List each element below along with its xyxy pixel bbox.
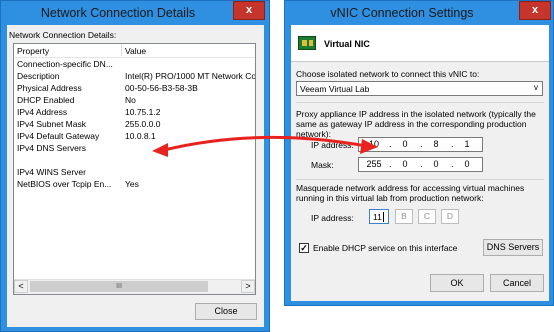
cancel-button[interactable]: Cancel: [490, 274, 544, 292]
ip-octet: 1: [464, 139, 470, 149]
row-value: Intel(R) PRO/1000 MT Network Connecti: [125, 71, 256, 81]
section-divider: [296, 179, 544, 180]
row-property: Description: [17, 71, 60, 81]
row-value: Yes: [125, 179, 139, 189]
arrow-line: [163, 135, 367, 152]
chip-icon: [302, 40, 307, 46]
table-row[interactable]: IPv4 Subnet Mask 255.0.0.0: [14, 119, 255, 130]
masquerade-octet-c[interactable]: C: [418, 209, 436, 224]
isolated-network-select[interactable]: Veeam Virtual Lab v: [296, 81, 543, 96]
table-row[interactable]: IPv4 WINS Server: [14, 167, 255, 178]
details-list-header: Property Value: [14, 44, 255, 58]
column-header-property[interactable]: Property: [17, 46, 49, 56]
masquerade-octet-b[interactable]: B: [395, 209, 413, 224]
scroll-right-icon[interactable]: >: [241, 280, 255, 293]
left-window-title: Network Connection Details: [40, 6, 196, 20]
row-property: DHCP Enabled: [17, 95, 75, 105]
ip-dot: .: [389, 159, 392, 169]
row-property: IPv4 Subnet Mask: [17, 119, 86, 129]
left-window-client: Network Connection Details: Property Val…: [7, 25, 264, 327]
comparison-arrow: [152, 135, 378, 157]
table-row[interactable]: NetBIOS over Tcpip En... Yes: [14, 179, 255, 190]
right-window-title: vNIC Connection Settings: [330, 6, 474, 20]
chevron-down-icon[interactable]: v: [534, 83, 538, 92]
ok-button[interactable]: OK: [430, 274, 484, 292]
row-property: Physical Address: [17, 83, 82, 93]
arrow-head-right: [360, 139, 378, 154]
dns-servers-button[interactable]: DNS Servers: [483, 239, 543, 256]
mask-octet: 0: [464, 159, 470, 169]
horizontal-scrollbar[interactable]: < III >: [14, 279, 255, 294]
table-row[interactable]: DHCP Enabled No: [14, 95, 255, 106]
masquerade-first-octet-field[interactable]: 11: [369, 209, 389, 224]
row-property: IPv4 Address: [17, 107, 68, 117]
mask-octet: 0: [433, 159, 439, 169]
arrow-head-left: [152, 143, 168, 157]
network-connection-details-window: Network Connection Details x Network Con…: [0, 0, 270, 332]
section-divider: [296, 102, 544, 103]
isolated-network-label: Choose isolated network to connect this …: [296, 69, 480, 79]
ip-octet: 8: [433, 139, 439, 149]
row-value: 255.0.0.0: [125, 119, 161, 129]
dhcp-checkbox[interactable]: ✓: [299, 243, 309, 253]
row-property: Connection-specific DN...: [17, 59, 113, 69]
ip-dot: .: [451, 139, 454, 149]
details-list[interactable]: Property Value Connection-specific DN...…: [13, 43, 256, 295]
masquerade-description: Masquerade network address for accessing…: [296, 183, 525, 203]
details-group-label: Network Connection Details:: [9, 30, 117, 40]
dhcp-label[interactable]: Enable DHCP service on this interface: [313, 243, 457, 253]
row-value: No: [125, 95, 136, 105]
row-property: NetBIOS over Tcpip En...: [17, 179, 112, 189]
scroll-left-icon[interactable]: <: [14, 280, 28, 293]
masquerade-first-octet: 11: [373, 212, 382, 222]
header-divider: [291, 61, 549, 62]
row-value: 10.75.1.2: [125, 107, 161, 117]
close-button[interactable]: Close: [195, 303, 257, 320]
mask-octet: 0: [402, 159, 408, 169]
network-card-icon: [298, 36, 316, 50]
ip-dot: .: [420, 159, 423, 169]
dialog-header-title: Virtual NIC: [324, 39, 370, 49]
masquerade-octet-d[interactable]: D: [441, 209, 459, 224]
table-row[interactable]: Connection-specific DN...: [14, 59, 255, 70]
column-header-value[interactable]: Value: [125, 46, 146, 56]
ip-octet: 0: [402, 139, 408, 149]
table-row[interactable]: Description Intel(R) PRO/1000 MT Network…: [14, 71, 255, 82]
ip-dot: .: [420, 139, 423, 149]
isolated-network-value: Veeam Virtual Lab: [300, 84, 370, 94]
row-property: IPv4 DNS Servers: [17, 143, 86, 153]
table-row[interactable]: Physical Address 00-50-56-B3-58-3B: [14, 83, 255, 94]
table-row[interactable]: IPv4 Address 10.75.1.2: [14, 107, 255, 118]
row-property: IPv4 Default Gateway: [17, 131, 100, 141]
row-property: IPv4 WINS Server: [17, 167, 86, 177]
right-window-close-icon[interactable]: x: [519, 1, 551, 20]
ip-dot: .: [451, 159, 454, 169]
masquerade-ip-label: IP address:: [311, 213, 354, 223]
text-cursor: [383, 212, 384, 222]
scroll-thumb[interactable]: III: [30, 281, 208, 292]
left-window-close-icon[interactable]: x: [233, 1, 265, 20]
row-value: 00-50-56-B3-58-3B: [125, 83, 198, 93]
chip-icon: [309, 40, 313, 46]
ip-dot: .: [389, 139, 392, 149]
column-divider: [121, 44, 122, 56]
